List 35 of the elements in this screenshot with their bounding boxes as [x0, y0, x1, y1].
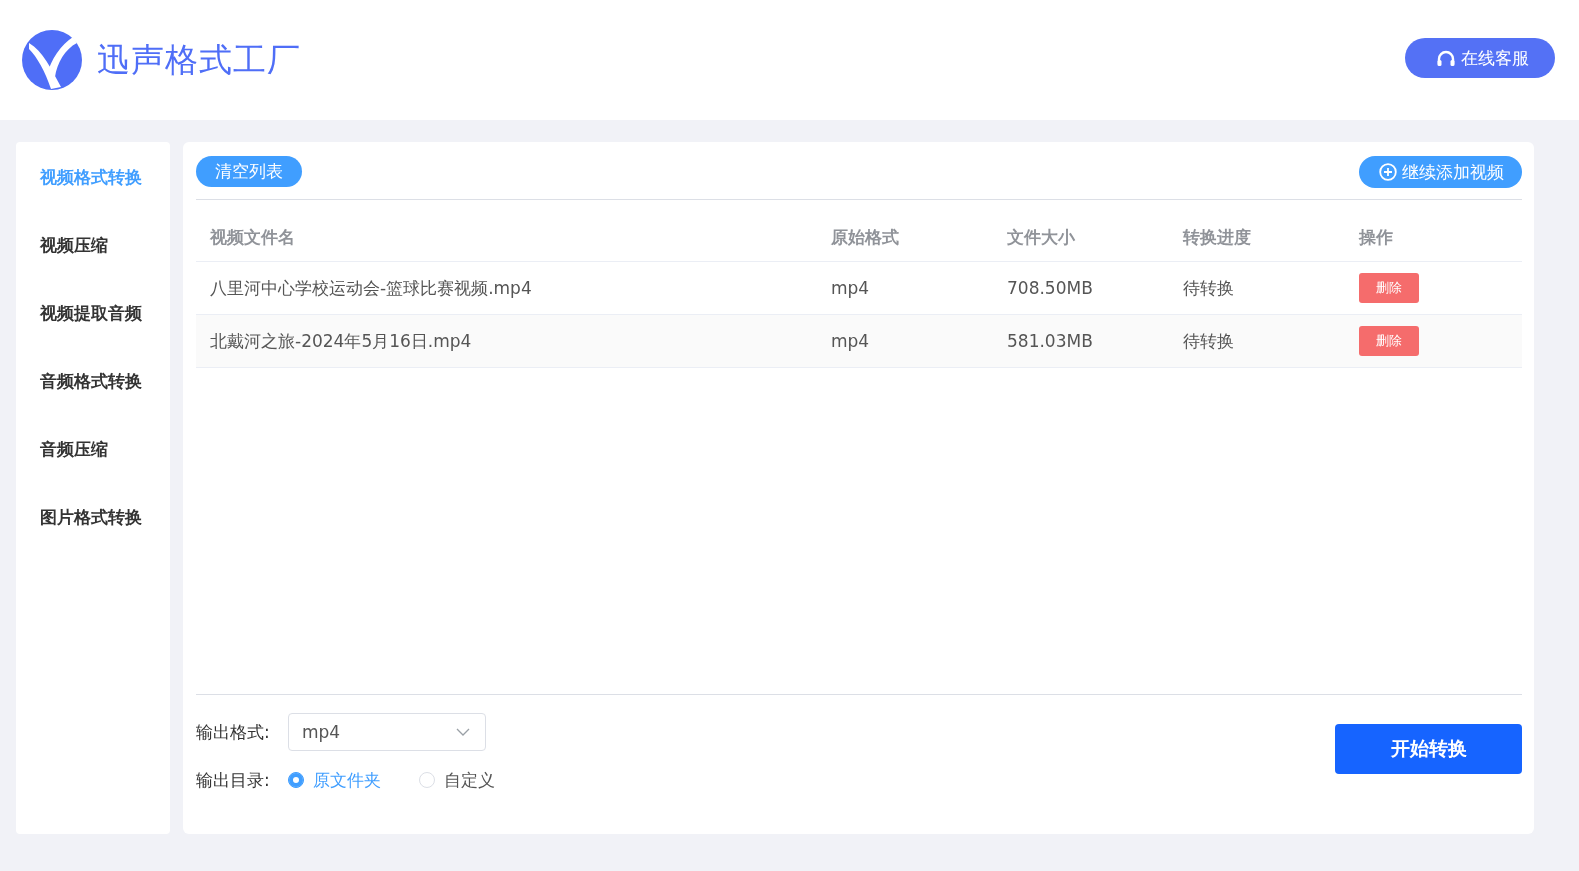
file-name: 北戴河之旅-2024年5月16日.mp4	[210, 330, 472, 351]
column-header: 原始格式	[830, 226, 900, 249]
sidebar-item[interactable]: 视频格式转换	[16, 162, 170, 230]
column-header: 操作	[1357, 226, 1394, 249]
chevron-down-icon	[456, 728, 470, 736]
start-conversion-button[interactable]: 开始转换	[1335, 724, 1522, 774]
add-video-button[interactable]: 继续添加视频	[1359, 156, 1522, 188]
directory-radio-option[interactable]: 原文件夹	[288, 768, 381, 792]
sidebar-item[interactable]: 视频压缩	[16, 230, 170, 298]
output-directory-label: 输出目录:	[196, 768, 271, 792]
file-name: 八里河中心学校运动会-篮球比赛视频.mp4	[210, 277, 532, 298]
column-header: 视频文件名	[209, 226, 296, 249]
file-size: 581.03MB	[1007, 331, 1093, 351]
sidebar-item[interactable]: 视频提取音频	[16, 298, 170, 366]
column-header: 转换进度	[1181, 226, 1252, 249]
conversion-status: 待转换	[1183, 330, 1234, 351]
clear-list-button[interactable]: 清空列表	[196, 155, 302, 187]
file-size: 708.50MB	[1007, 278, 1093, 298]
logo-icon	[21, 29, 83, 91]
format-dropdown[interactable]: mp4	[288, 713, 486, 751]
sidebar-item[interactable]: 图片格式转换	[16, 502, 170, 570]
file-format: mp4	[831, 331, 870, 351]
directory-radio-option[interactable]: 自定义	[419, 768, 495, 792]
sidebar-item[interactable]: 音频格式转换	[16, 366, 170, 434]
output-format-label: 输出格式:	[196, 720, 271, 744]
sidebar-item[interactable]: 音频压缩	[16, 434, 170, 502]
conversion-status: 待转换	[1183, 277, 1234, 298]
app-title: 迅声格式工厂	[97, 38, 301, 81]
delete-button[interactable]: 删除	[1359, 273, 1419, 303]
column-header: 文件大小	[1006, 226, 1076, 249]
delete-button[interactable]: 删除	[1359, 326, 1419, 356]
online-support-button[interactable]: 在线客服	[1405, 38, 1555, 78]
file-format: mp4	[831, 278, 870, 298]
headphones-icon	[1437, 50, 1455, 66]
plus-circle-icon	[1379, 163, 1397, 181]
